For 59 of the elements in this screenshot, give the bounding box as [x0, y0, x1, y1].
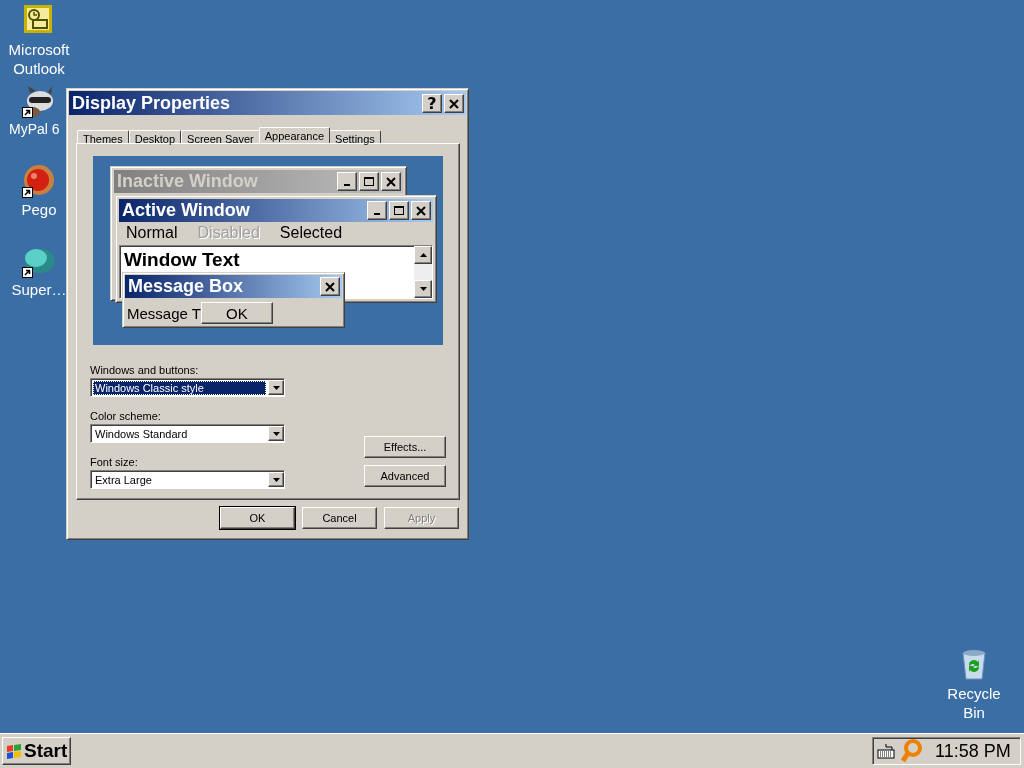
- dropdown[interactable]: Extra Large: [90, 470, 285, 489]
- icon-label[interactable]: Super…: [11, 280, 67, 299]
- window-title: Message Box: [128, 276, 245, 297]
- tab[interactable]: Desktop: [128, 130, 182, 143]
- dropdown-arrow-button[interactable]: [268, 472, 284, 487]
- window-title: Active Window: [122, 200, 251, 221]
- icon-label[interactable]: MyPal 6: [9, 120, 60, 139]
- dropdown[interactable]: Windows Standard: [90, 424, 285, 443]
- icon-label[interactable]: Recycle Bin: [939, 684, 1009, 722]
- windows-flag-icon: [6, 743, 22, 759]
- menu-item[interactable]: Selected: [279, 224, 343, 242]
- button[interactable]: Cancel: [302, 507, 377, 529]
- keyboard-icon[interactable]: [877, 743, 895, 759]
- button: Apply: [384, 507, 459, 529]
- tab[interactable]: Settings: [329, 130, 381, 143]
- tab[interactable]: Screen Saver: [181, 130, 260, 143]
- minimize-icon: [344, 184, 350, 186]
- maximize-button[interactable]: [389, 201, 409, 220]
- ok-button[interactable]: OK: [200, 302, 273, 324]
- field-label: Font size:: [90, 456, 139, 468]
- minimize-icon: [374, 213, 380, 215]
- scroll-down-button[interactable]: [414, 280, 432, 298]
- close-button[interactable]: [411, 201, 431, 220]
- close-icon: [385, 176, 397, 187]
- dropdown-arrow-button[interactable]: [268, 426, 284, 441]
- close-button[interactable]: [444, 93, 464, 113]
- field-label: Color scheme:: [90, 410, 162, 422]
- up-arrow-icon: [419, 253, 427, 257]
- close-button[interactable]: [320, 277, 340, 296]
- start-button[interactable]: Start: [2, 737, 72, 765]
- icon-label[interactable]: Microsoft Outlook: [4, 40, 74, 78]
- clock-time[interactable]: 11:58 PM: [935, 740, 1011, 762]
- scroll-up-button[interactable]: [414, 246, 432, 264]
- close-icon: [448, 97, 460, 109]
- window-title: Inactive Window: [117, 171, 259, 192]
- maximize-icon: [393, 205, 405, 216]
- dropdown[interactable]: Windows Classic style: [90, 378, 285, 397]
- down-arrow-icon: [419, 287, 427, 291]
- down-arrow-icon: [272, 431, 280, 436]
- ball-icon[interactable]: [22, 164, 56, 198]
- window-title: Display Properties: [72, 92, 232, 114]
- minimize-button[interactable]: [367, 201, 387, 220]
- close-icon: [324, 281, 336, 292]
- down-arrow-icon: [272, 385, 280, 390]
- field-label: Windows and buttons:: [90, 364, 200, 376]
- button[interactable]: OK: [220, 507, 295, 529]
- button[interactable]: Effects...: [364, 436, 446, 458]
- dropdown-arrow-button[interactable]: [268, 380, 284, 395]
- tab[interactable]: Appearance: [258, 127, 331, 143]
- icon-label[interactable]: Pego: [21, 200, 57, 219]
- tab[interactable]: Themes: [77, 130, 129, 143]
- menu-item[interactable]: Normal: [126, 224, 178, 242]
- button[interactable]: Advanced: [364, 465, 446, 487]
- message-text: Message T: [127, 304, 201, 322]
- down-arrow-icon: [272, 477, 280, 482]
- help-button[interactable]: ?: [422, 93, 442, 113]
- window-text: Window Text: [124, 249, 240, 271]
- maximize-icon: [363, 176, 375, 187]
- close-icon: [415, 205, 427, 216]
